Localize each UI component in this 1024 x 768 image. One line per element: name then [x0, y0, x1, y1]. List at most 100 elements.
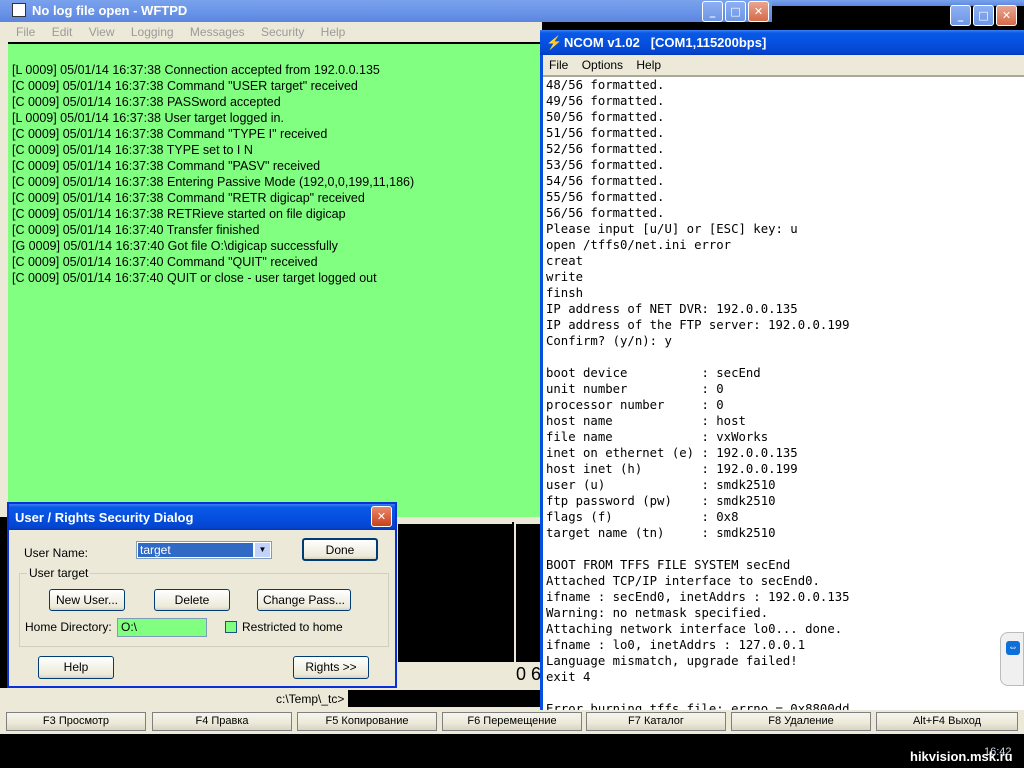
bg-window-buttons: _ □ ✕	[946, 4, 1024, 28]
terminal-line: Please input [u/U] or [ESC] key: u	[546, 222, 798, 236]
wftpd-maximize-button[interactable]: □	[725, 1, 746, 22]
wftpd-log: [L 0009] 05/01/14 16:37:38 Connection ac…	[8, 44, 542, 517]
terminal-line: write	[546, 270, 584, 284]
new-user-button[interactable]: New User...	[49, 589, 125, 611]
ncom-terminal[interactable]: 48/56 formatted. 49/56 formatted. 50/56 fo…	[543, 77, 1024, 717]
wftpd-menu-security[interactable]: Security	[261, 25, 304, 39]
log-line: [C 0009] 05/01/14 16:37:40 Transfer fini…	[12, 223, 260, 237]
terminal-line: target name (tn) : smdk2510	[546, 526, 776, 540]
terminal-line: creat	[546, 254, 584, 268]
terminal-line: Attaching network interface lo0... done.	[546, 622, 843, 636]
terminal-line: unit number : 0	[546, 382, 724, 396]
dialog-close-button[interactable]: ✕	[371, 506, 392, 527]
commander-path: c:\Temp\_tc>	[276, 692, 345, 706]
log-line: [C 0009] 05/01/14 16:37:40 QUIT or close…	[12, 271, 377, 285]
fkey-f7-mkdir[interactable]: F7 Каталог	[586, 712, 726, 731]
fkey-f8-delete[interactable]: F8 Удаление	[731, 712, 871, 731]
terminal-line: Language mismatch, upgrade failed!	[546, 654, 798, 668]
wftpd-left-border	[0, 42, 8, 517]
ncom-title: NCOM v1.02 [COM1,115200bps]	[564, 35, 767, 50]
commander-strip	[396, 517, 542, 522]
terminal-line: open /tffs0/net.ini error	[546, 238, 732, 252]
terminal-line: file name : vxWorks	[546, 430, 769, 444]
dialog-titlebar[interactable]: User / Rights Security Dialog ✕	[9, 504, 395, 530]
ncom-titlebar[interactable]: ⚡ NCOM v1.02 [COM1,115200bps]	[540, 30, 1024, 55]
terminal-line: processor number : 0	[546, 398, 724, 412]
wftpd-menu-view[interactable]: View	[89, 25, 115, 39]
user-group-label: User target	[27, 566, 91, 580]
restricted-label: Restricted to home	[242, 620, 343, 634]
terminal-line: 53/56 formatted.	[546, 158, 665, 172]
terminal-line: 51/56 formatted.	[546, 126, 665, 140]
wftpd-close-button[interactable]: ✕	[748, 1, 769, 22]
wftpd-menu-help[interactable]: Help	[321, 25, 346, 39]
commander-partial-number: 0 6	[516, 664, 542, 684]
taskbar	[0, 736, 1024, 768]
bg-close-button[interactable]: ✕	[996, 5, 1017, 26]
log-line: [C 0009] 05/01/14 16:37:40 Command "QUIT…	[12, 255, 318, 269]
terminal-line: 52/56 formatted.	[546, 142, 665, 156]
terminal-line: ifname : lo0, inetAddrs : 127.0.0.1	[546, 638, 806, 652]
ncom-app-icon: ⚡	[546, 35, 563, 50]
bg-maximize-button[interactable]: □	[973, 5, 994, 26]
teamviewer-icon: ⇔	[1006, 641, 1020, 655]
terminal-line: inet on ethernet (e) : 192.0.0.135	[546, 446, 798, 460]
rights-button[interactable]: Rights >>	[293, 656, 369, 679]
fkey-f4-edit[interactable]: F4 Правка	[152, 712, 292, 731]
ncom-menu-help[interactable]: Help	[636, 58, 661, 72]
help-button[interactable]: Help	[38, 656, 114, 679]
username-value: target	[138, 543, 253, 557]
done-button[interactable]: Done	[302, 538, 378, 561]
log-line: [C 0009] 05/01/14 16:37:38 RETRieve star…	[12, 207, 346, 221]
bg-minimize-button[interactable]: _	[950, 5, 971, 26]
teamviewer-tab[interactable]: ⇔	[1000, 632, 1024, 686]
log-line: [C 0009] 05/01/14 16:37:38 Command "TYPE…	[12, 127, 328, 141]
fkey-f3-view[interactable]: F3 Просмотр	[6, 712, 146, 731]
ncom-menubar: File Options Help	[543, 55, 1024, 75]
terminal-line: finsh	[546, 286, 584, 300]
terminal-line: 56/56 formatted.	[546, 206, 665, 220]
security-dialog: User / Rights Security Dialog ✕ User Nam…	[7, 502, 397, 688]
chevron-down-icon[interactable]: ▼	[255, 543, 270, 557]
watermark: hikvision.msk.ru	[910, 749, 1013, 764]
wftpd-menu-edit[interactable]: Edit	[52, 25, 73, 39]
log-line: [C 0009] 05/01/14 16:37:38 PASSword acce…	[12, 95, 281, 109]
terminal-line: Attached TCP/IP interface to secEnd0.	[546, 574, 820, 588]
wftpd-menubar: File Edit View Logging Messages Security…	[0, 22, 542, 42]
terminal-line: 55/56 formatted.	[546, 190, 665, 204]
home-dir-input[interactable]: O:\	[117, 618, 207, 637]
fkey-f6-move[interactable]: F6 Перемещение	[442, 712, 582, 731]
wftpd-minimize-button[interactable]: _	[702, 1, 723, 22]
log-line: [C 0009] 05/01/14 16:37:38 Entering Pass…	[12, 175, 415, 189]
terminal-line: 54/56 formatted.	[546, 174, 665, 188]
restricted-checkbox[interactable]	[225, 621, 237, 633]
ncom-menu-file[interactable]: File	[549, 58, 568, 72]
terminal-line: ifname : secEnd0, inetAddrs : 192.0.0.13…	[546, 590, 850, 604]
terminal-line: 49/56 formatted.	[546, 94, 665, 108]
change-pass-button[interactable]: Change Pass...	[257, 589, 351, 611]
fkey-alt-f4-exit[interactable]: Alt+F4 Выход	[876, 712, 1018, 731]
terminal-line: user (u) : smdk2510	[546, 478, 776, 492]
log-line: [C 0009] 05/01/14 16:37:38 Command "PASV…	[12, 159, 321, 173]
log-line: [C 0009] 05/01/14 16:37:38 Command "USER…	[12, 79, 358, 93]
home-dir-label: Home Directory:	[25, 620, 112, 634]
wftpd-menu-messages[interactable]: Messages	[190, 25, 245, 39]
username-label: User Name:	[24, 546, 89, 560]
wftpd-menu-logging[interactable]: Logging	[131, 25, 174, 39]
terminal-line: IP address of the FTP server: 192.0.0.19…	[546, 318, 850, 332]
terminal-line: 48/56 formatted.	[546, 78, 665, 92]
wftpd-titlebar[interactable]: No log file open - WFTPD _ □ ✕	[0, 0, 772, 22]
terminal-line: Confirm? (y/n): y	[546, 334, 672, 348]
ncom-menu-options[interactable]: Options	[582, 58, 623, 72]
delete-button[interactable]: Delete	[154, 589, 230, 611]
wftpd-menu-file[interactable]: File	[16, 25, 35, 39]
terminal-line: BOOT FROM TFFS FILE SYSTEM secEnd	[546, 558, 791, 572]
wftpd-app-icon	[12, 3, 26, 17]
terminal-line: ftp password (pw) : smdk2510	[546, 494, 776, 508]
terminal-line: 50/56 formatted.	[546, 110, 665, 124]
commander-cmdline-input[interactable]	[348, 690, 542, 707]
fkey-f5-copy[interactable]: F5 Копирование	[297, 712, 437, 731]
username-combobox[interactable]: target ▼	[136, 541, 272, 559]
